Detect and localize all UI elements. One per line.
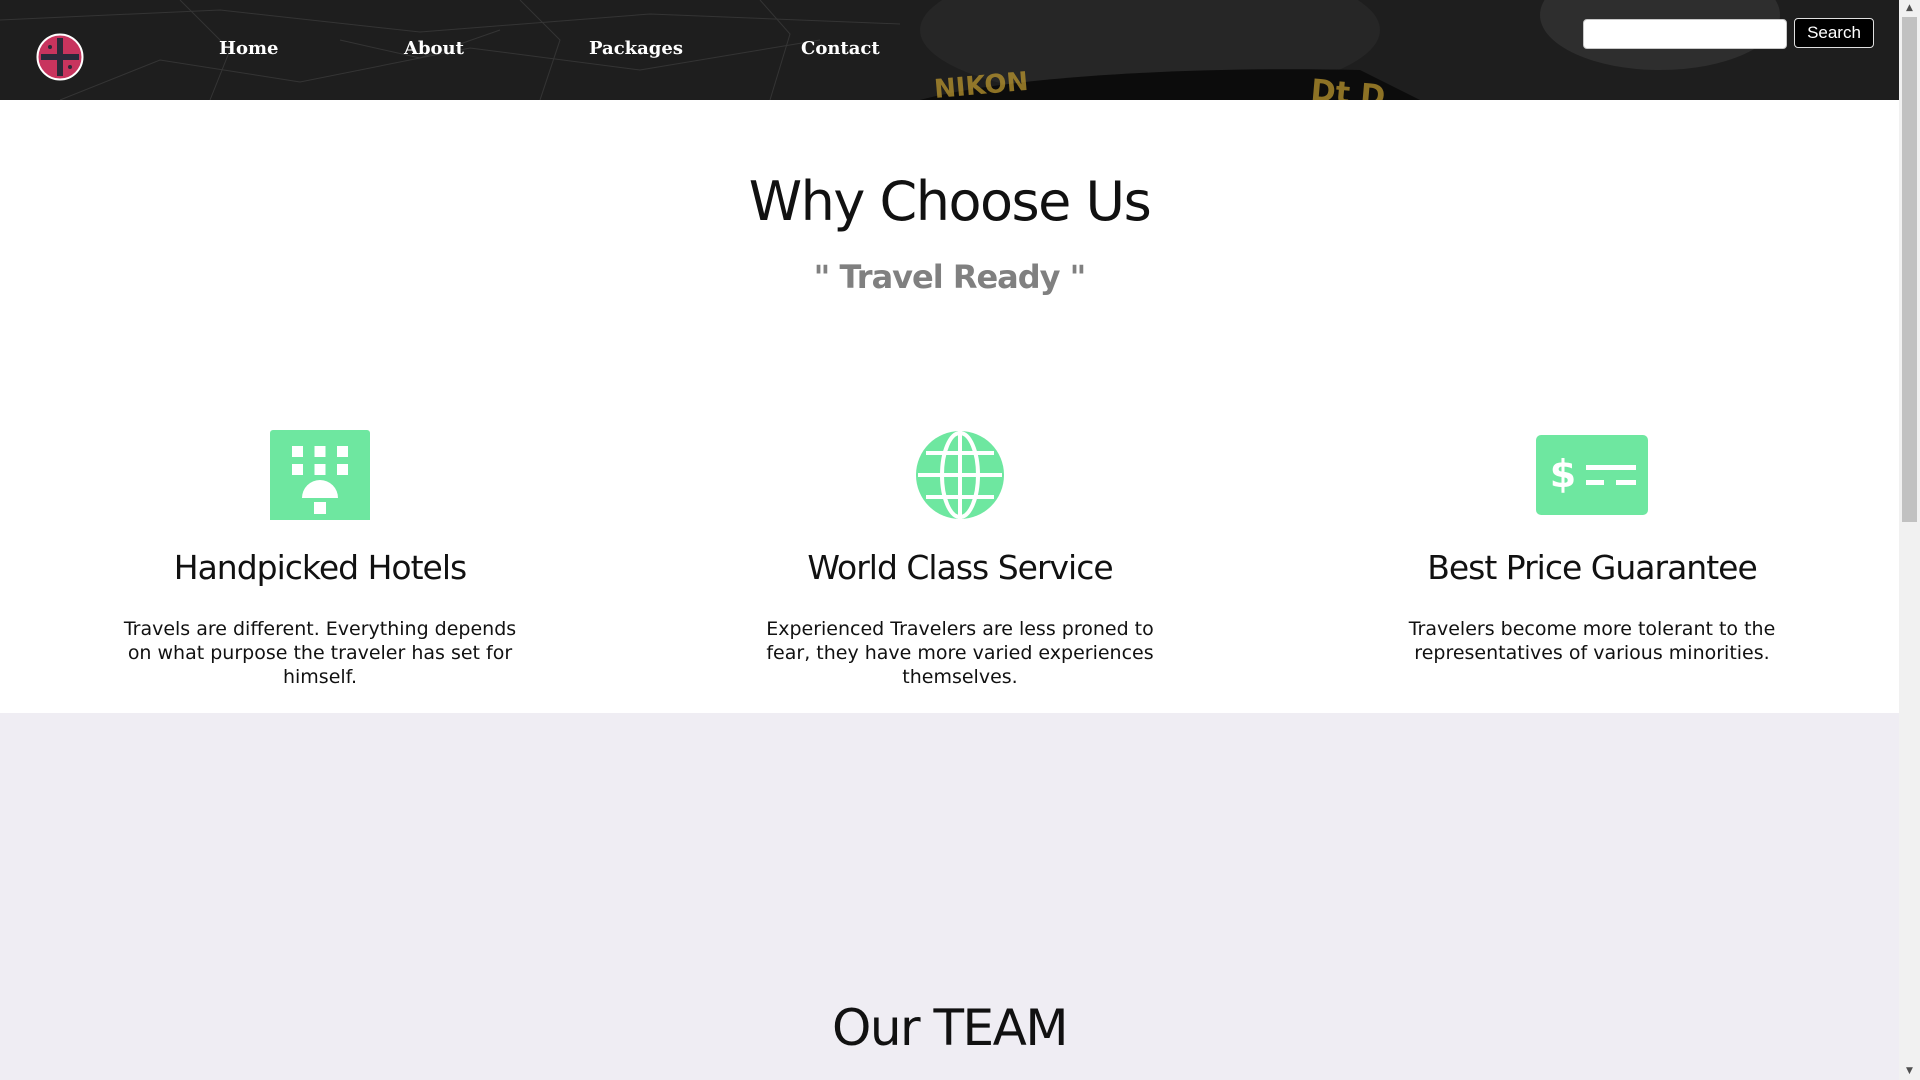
nav-contact[interactable]: Contact [801,38,880,59]
svg-text:$: $ [1550,452,1576,496]
site-header: NIKON Dt D Home About Packages Contact S… [0,0,1899,100]
why-choose-us-title: Why Choose Us [748,170,1152,233]
feature-description: Experienced Travelers are less proned to… [766,618,1154,688]
feature-best-price-guarantee: $ Best Price Guarantee Travelers become … [1332,430,1852,710]
feature-handpicked-hotels: Handpicked Hotels Travels are different.… [60,430,580,710]
header-background-image: NIKON Dt D [0,0,1899,100]
feature-world-class-service: World Class Service Experienced Traveler… [700,430,1220,710]
page-scrollbar[interactable]: ▲ ▼ [1899,0,1920,1080]
money-bill-icon: $ [1536,435,1648,515]
search-button[interactable]: Search [1794,18,1874,48]
scrollbar-thumb[interactable] [1902,17,1917,522]
scroll-down-arrow-icon[interactable]: ▼ [1899,1063,1920,1080]
travel-compass-logo[interactable] [36,33,84,81]
feature-title: Best Price Guarantee [1427,548,1758,587]
tagline: " Travel Ready " [813,258,1087,296]
hotel-icon [270,430,370,520]
feature-description: Travels are different. Everything depend… [123,618,517,688]
why-choose-us-section: Why Choose Us " Travel Ready " Handpicke… [0,100,1899,713]
search-input[interactable] [1583,19,1787,49]
feature-title: World Class Service [807,548,1113,587]
our-team-title: Our TEAM [832,999,1068,1057]
feature-description: Travelers become more tolerant to the re… [1408,618,1776,664]
scroll-up-arrow-icon[interactable]: ▲ [1899,0,1920,17]
feature-title: Handpicked Hotels [173,548,467,587]
nav-home[interactable]: Home [219,38,279,59]
our-team-section: Our TEAM [0,713,1899,1080]
nav-about[interactable]: About [404,38,464,59]
globe-icon [916,431,1004,519]
page: NIKON Dt D Home About Packages Contact S… [0,0,1899,1080]
nav-packages[interactable]: Packages [589,38,683,59]
